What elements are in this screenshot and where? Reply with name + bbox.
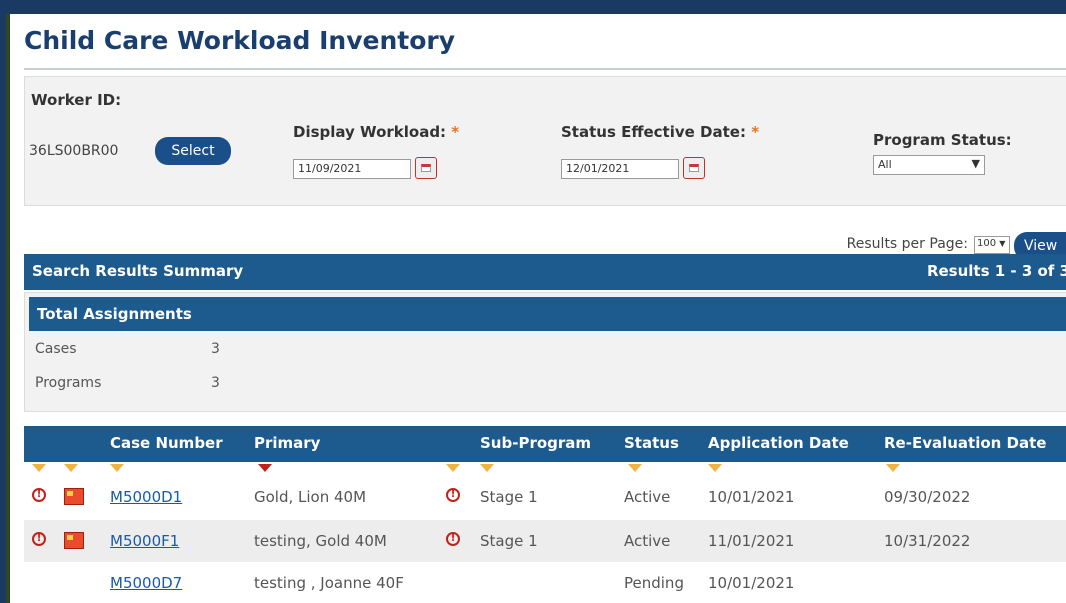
results-per-page-select[interactable]: 100 ▼ <box>974 236 1010 254</box>
alert-circle-icon[interactable]: ! <box>32 488 46 502</box>
status: Active <box>624 532 671 550</box>
worker-id-value: 36LS00BR00 <box>29 143 119 159</box>
status: Pending <box>624 574 684 592</box>
col-sub-program[interactable]: Sub-Program <box>480 434 591 452</box>
programs-label: Programs <box>35 375 102 391</box>
application-date: 11/01/2021 <box>708 532 795 550</box>
total-assignments-panel: Total Assignments Cases 3 Programs 3 <box>24 292 1066 412</box>
status-effective-date-label: Status Effective Date: * <box>561 123 760 141</box>
sub-program: Stage 1 <box>480 532 538 550</box>
required-marker: * <box>451 123 460 141</box>
sort-triangle-active-icon[interactable] <box>258 464 272 472</box>
col-reevaluation-date[interactable]: Re-Evaluation Date <box>884 434 1046 452</box>
sort-triangle-icon[interactable] <box>446 464 460 472</box>
sort-triangle-icon[interactable] <box>110 464 124 472</box>
col-primary[interactable]: Primary <box>254 434 320 452</box>
results-grid-header: Case Number Primary Sub-Program Status A… <box>24 426 1066 462</box>
chevron-down-icon: ▼ <box>999 239 1006 248</box>
col-case-number[interactable]: Case Number <box>110 434 223 452</box>
table-row: ! M5000D1 Gold, Lion 40M ! Stage 1 Activ… <box>24 476 1066 520</box>
sort-triangle-icon[interactable] <box>64 464 78 472</box>
reevaluation-date: 09/30/2022 <box>884 488 971 506</box>
title-divider <box>24 68 1066 70</box>
calendar-icon[interactable] <box>415 157 437 179</box>
programs-count: 3 <box>211 375 220 391</box>
display-workload-date-input[interactable]: 11/09/2021 <box>293 159 411 179</box>
application-date: 10/01/2021 <box>708 574 795 592</box>
sort-triangle-icon[interactable] <box>708 464 722 472</box>
case-number-link[interactable]: M5000D1 <box>110 488 182 506</box>
sort-triangle-icon[interactable] <box>628 464 642 472</box>
status: Active <box>624 488 671 506</box>
search-results-summary-bar: Search Results Summary Results 1 - 3 of … <box>24 254 1066 290</box>
picture-icon[interactable] <box>64 532 84 549</box>
worker-id-label: Worker ID: <box>31 91 122 109</box>
case-number-link[interactable]: M5000D7 <box>110 574 182 592</box>
table-row: ! M5000F1 testing, Gold 40M ! Stage 1 Ac… <box>24 520 1066 564</box>
sort-indicator-row <box>24 462 1066 476</box>
program-status-label: Program Status: <box>873 131 1012 149</box>
primary-name: testing , Joanne 40F <box>254 574 404 592</box>
col-application-date[interactable]: Application Date <box>708 434 849 452</box>
alert-circle-icon[interactable]: ! <box>32 532 46 546</box>
alert-circle-icon[interactable]: ! <box>446 488 460 502</box>
sort-triangle-icon[interactable] <box>32 464 46 472</box>
reevaluation-date: 10/31/2022 <box>884 532 971 550</box>
total-assignments-header: Total Assignments <box>29 297 1066 331</box>
page-frame: Child Care Workload Inventory Worker ID:… <box>6 14 1066 603</box>
calendar-icon[interactable] <box>683 157 705 179</box>
results-count: Results 1 - 3 of 3 <box>926 262 1066 280</box>
sort-triangle-icon[interactable] <box>886 464 900 472</box>
primary-name: Gold, Lion 40M <box>254 488 367 506</box>
filter-panel: Worker ID: 36LS00BR00 Select Display Wor… <box>24 76 1066 206</box>
status-effective-date-input[interactable]: 12/01/2021 <box>561 159 679 179</box>
sort-triangle-icon[interactable] <box>480 464 494 472</box>
cases-label: Cases <box>35 341 77 357</box>
sub-program: Stage 1 <box>480 488 538 506</box>
case-number-link[interactable]: M5000F1 <box>110 532 179 550</box>
table-row: M5000D7 testing , Joanne 40F Pending 10/… <box>24 562 1066 603</box>
alert-circle-icon[interactable]: ! <box>446 532 460 546</box>
col-status[interactable]: Status <box>624 434 679 452</box>
picture-icon[interactable] <box>64 488 84 505</box>
required-marker: * <box>751 123 760 141</box>
chevron-down-icon: ▼ <box>971 157 980 170</box>
primary-name: testing, Gold 40M <box>254 532 387 550</box>
program-status-select[interactable]: All ▼ <box>873 155 985 175</box>
display-workload-label: Display Workload: * <box>293 123 460 141</box>
results-per-page-label: Results per Page: <box>846 236 968 252</box>
application-date: 10/01/2021 <box>708 488 795 506</box>
summary-title: Search Results Summary <box>32 262 244 280</box>
select-worker-button[interactable]: Select <box>155 137 231 165</box>
cases-count: 3 <box>211 341 220 357</box>
page-title: Child Care Workload Inventory <box>24 26 456 55</box>
top-banner-strip <box>0 0 1066 14</box>
total-assignments-title: Total Assignments <box>37 305 192 323</box>
